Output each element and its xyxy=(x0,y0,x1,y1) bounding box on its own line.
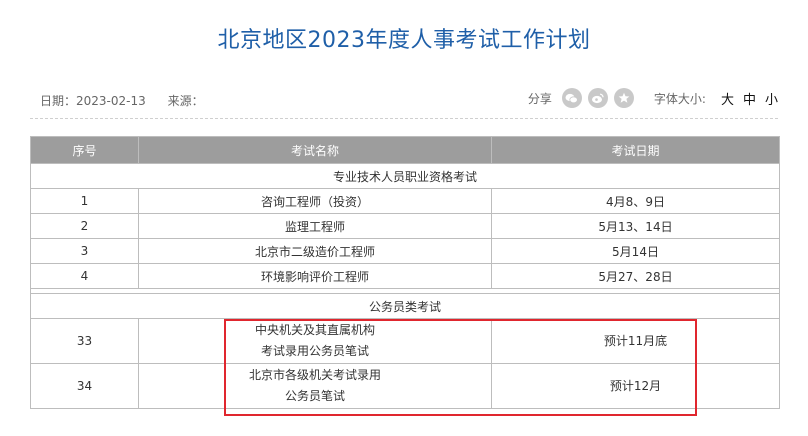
article-tools: 分享 字体大小: 大 中 小 xyxy=(528,88,778,108)
row-no: 1 xyxy=(30,188,139,214)
table-row: 1 咨询工程师（投资） 4月8、9日 xyxy=(30,188,780,214)
table-row: 33 中央机关及其直属机构 考试录用公务员笔试 预计11月底 xyxy=(30,318,780,364)
section-title: 专业技术人员职业资格考试 xyxy=(30,163,780,189)
row-exam-name-line1: 北京市各级机关考试录用 xyxy=(248,368,381,382)
section-row: 专业技术人员职业资格考试 xyxy=(30,163,780,189)
source-label: 来源： xyxy=(167,94,204,108)
star-icon[interactable] xyxy=(613,88,634,108)
row-exam-name-line2: 公务员笔试 xyxy=(284,389,345,403)
row-exam-name-line1: 中央机关及其直属机构 xyxy=(254,323,375,337)
section-title: 公务员类考试 xyxy=(30,293,780,319)
row-exam-date: 预计12月 xyxy=(491,363,780,409)
weibo-icon[interactable] xyxy=(587,88,608,108)
wechat-icon[interactable] xyxy=(561,88,582,108)
row-exam-name: 中央机关及其直属机构 考试录用公务员笔试 xyxy=(138,318,492,364)
article-meta: 日期：2023-02-13 来源： xyxy=(40,92,204,109)
row-exam-name: 咨询工程师（投资） xyxy=(138,188,492,214)
table-row: 34 北京市各级机关考试录用 公务员笔试 预计12月 xyxy=(30,363,780,409)
publish-date: 日期：2023-02-13 xyxy=(40,94,146,108)
row-no: 33 xyxy=(30,318,139,364)
row-exam-date: 5月14日 xyxy=(491,238,780,264)
row-no: 4 xyxy=(30,263,139,289)
row-exam-date: 4月8、9日 xyxy=(491,188,780,214)
row-exam-name: 环境影响评价工程师 xyxy=(138,263,492,289)
font-size-label: 字体大小: xyxy=(653,91,706,106)
table-row: 3 北京市二级造价工程师 5月14日 xyxy=(30,238,780,264)
font-size-large-button[interactable]: 大 xyxy=(721,89,734,108)
row-exam-name: 北京市各级机关考试录用 公务员笔试 xyxy=(138,363,492,409)
font-size-small-button[interactable]: 小 xyxy=(765,89,778,108)
header-exam-date: 考试日期 xyxy=(491,136,780,164)
row-exam-name-line2: 考试录用公务员笔试 xyxy=(260,344,369,358)
table-row: 4 环境影响评价工程师 5月27、28日 xyxy=(30,263,780,289)
row-exam-date: 5月27、28日 xyxy=(491,263,780,289)
exam-schedule-table: 序号 考试名称 考试日期 专业技术人员职业资格考试 1 咨询工程师（投资） 4月… xyxy=(30,136,780,409)
header-no: 序号 xyxy=(30,136,139,164)
font-size-medium-button[interactable]: 中 xyxy=(743,89,756,108)
row-exam-date: 5月13、14日 xyxy=(491,213,780,239)
table-row: 2 监理工程师 5月13、14日 xyxy=(30,213,780,239)
header-exam-name: 考试名称 xyxy=(138,136,492,164)
row-no: 2 xyxy=(30,213,139,239)
row-no: 3 xyxy=(30,238,139,264)
page-title: 北京地区2023年度人事考试工作计划 xyxy=(217,28,591,53)
table-header-row: 序号 考试名称 考试日期 xyxy=(30,136,780,164)
row-exam-name: 北京市二级造价工程师 xyxy=(138,238,492,264)
row-exam-date: 预计11月底 xyxy=(491,318,780,364)
share-label: 分享 xyxy=(527,91,552,106)
section-row: 公务员类考试 xyxy=(30,293,780,319)
meta-divider xyxy=(30,118,778,119)
row-exam-name: 监理工程师 xyxy=(138,213,492,239)
row-no: 34 xyxy=(30,363,139,409)
